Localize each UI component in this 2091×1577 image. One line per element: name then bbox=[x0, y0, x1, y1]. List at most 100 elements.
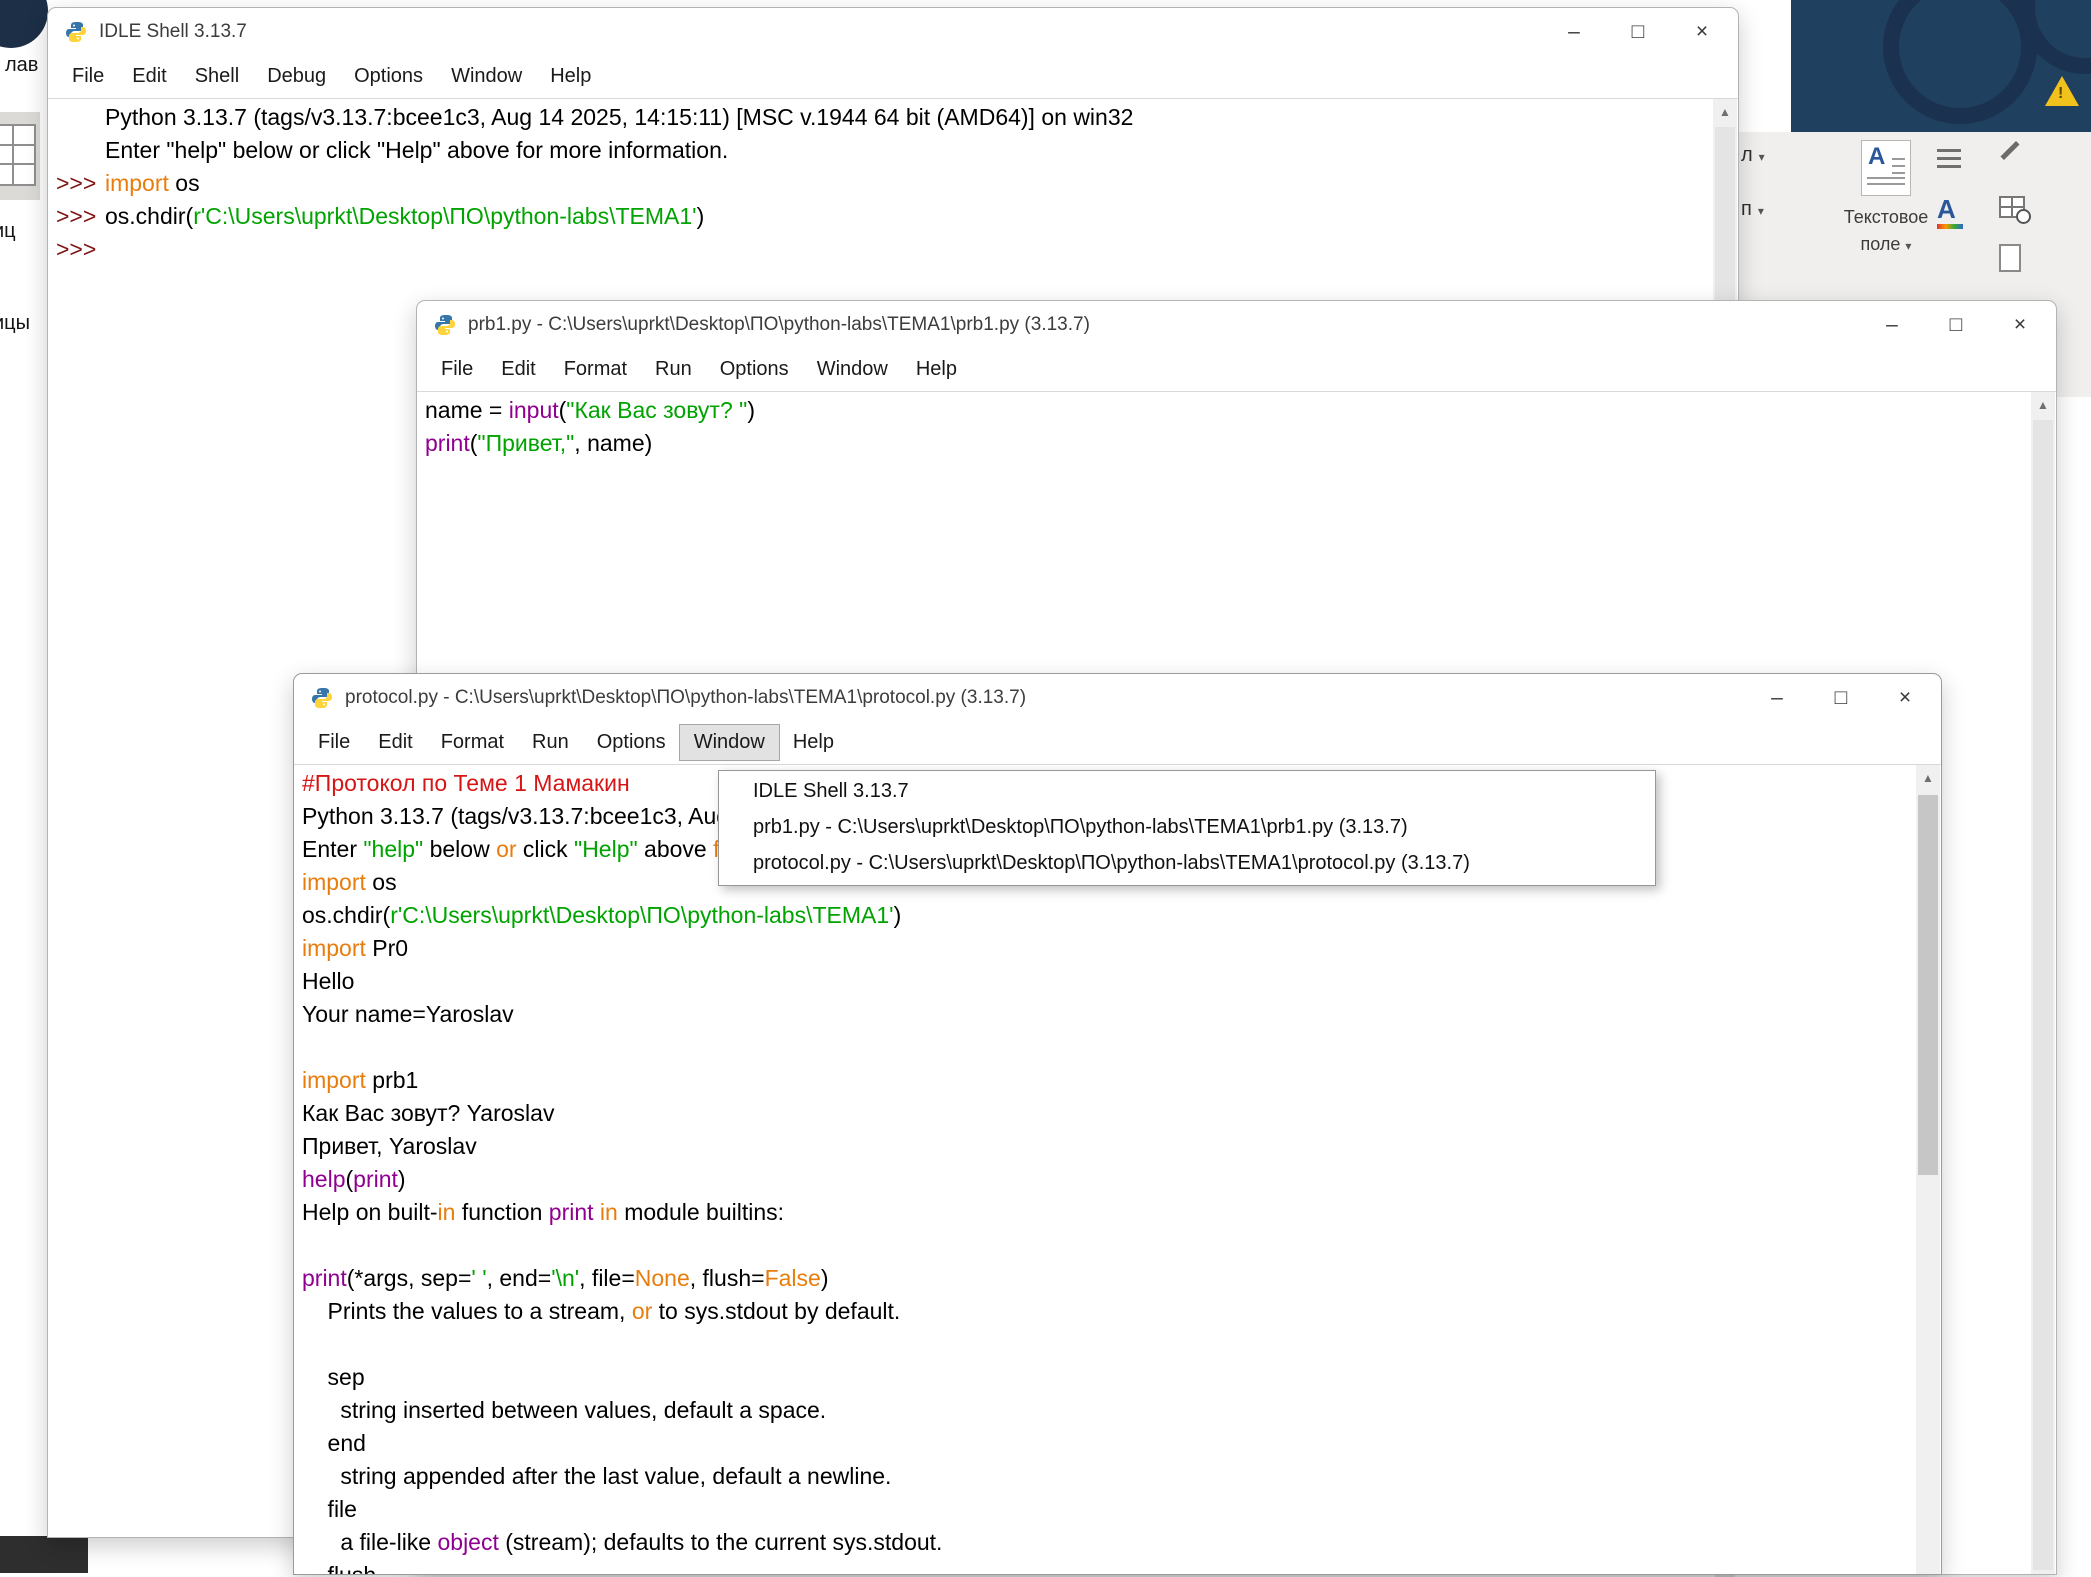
wordart-button[interactable]: A bbox=[1937, 196, 1963, 229]
vertical-scrollbar[interactable]: ▲ bbox=[2031, 392, 2055, 1574]
menu-file[interactable]: File bbox=[58, 59, 118, 94]
word-logo-fragment bbox=[0, 0, 48, 48]
edit-pencil-icon[interactable] bbox=[1999, 138, 2021, 153]
vertical-scrollbar[interactable]: ▲ bbox=[1916, 765, 1940, 1574]
window-title: protocol.py - C:\Users\uprkt\Desktop\ПО\… bbox=[345, 687, 1026, 709]
code-line: >>>os.chdir(r'C:\Users\uprkt\Desktop\ПО\… bbox=[56, 200, 1712, 233]
scroll-up-icon[interactable]: ▲ bbox=[1713, 99, 1737, 125]
code-line: import prb1 bbox=[302, 1064, 1915, 1097]
code-line: os.chdir(r'C:\Users\uprkt\Desktop\ПО\pyt… bbox=[302, 899, 1915, 932]
menu-window[interactable]: Window bbox=[437, 59, 536, 94]
code-line: import Pr0 bbox=[302, 932, 1915, 965]
window-menu-item-idle-shell-3-13-7[interactable]: IDLE Shell 3.13.7 bbox=[719, 774, 1655, 810]
scroll-up-icon[interactable]: ▲ bbox=[2031, 392, 2055, 418]
scroll-thumb[interactable] bbox=[2033, 420, 2053, 1570]
word-label-fragment: иц bbox=[0, 220, 16, 243]
protocol-menubar: FileEditFormatRunOptionsWindowHelp bbox=[294, 721, 1941, 765]
menu-edit[interactable]: Edit bbox=[364, 725, 426, 760]
code-line bbox=[302, 1328, 1915, 1361]
python-icon bbox=[64, 20, 88, 44]
menu-format[interactable]: Format bbox=[550, 352, 641, 387]
code-line: flush bbox=[302, 1559, 1915, 1574]
code-line: a file-like object (stream); defaults to… bbox=[302, 1526, 1915, 1559]
brand-circle-icon bbox=[1883, 0, 2037, 124]
close-button[interactable]: × bbox=[1988, 303, 2052, 347]
menu-format[interactable]: Format bbox=[427, 725, 518, 760]
menu-window[interactable]: Window bbox=[803, 352, 902, 387]
menu-run[interactable]: Run bbox=[641, 352, 706, 387]
maximize-button[interactable]: □ bbox=[1809, 676, 1873, 720]
table-icon bbox=[0, 124, 36, 186]
menu-options[interactable]: Options bbox=[340, 59, 437, 94]
date-time-icon[interactable] bbox=[1999, 196, 2031, 224]
code-line: Как Вас зовут? Yaroslav bbox=[302, 1097, 1915, 1130]
protocol-editor[interactable]: #Протокол по Теме 1 МамакинPython 3.13.7… bbox=[296, 765, 1915, 1574]
menu-edit[interactable]: Edit bbox=[118, 59, 180, 94]
menu-options[interactable]: Options bbox=[583, 725, 680, 760]
code-line: Привет, Yaroslav bbox=[302, 1130, 1915, 1163]
menu-run[interactable]: Run bbox=[518, 725, 583, 760]
quick-parts-icon[interactable] bbox=[1937, 144, 1961, 173]
ribbon-partial-control-1[interactable]: л▾ bbox=[1741, 144, 1765, 167]
code-line: Hello bbox=[302, 965, 1915, 998]
menu-debug[interactable]: Debug bbox=[253, 59, 340, 94]
chevron-down-icon: ▾ bbox=[1905, 239, 1911, 253]
minimize-button[interactable]: – bbox=[1745, 676, 1809, 720]
warning-icon: ! bbox=[2045, 76, 2081, 108]
menu-help[interactable]: Help bbox=[779, 725, 848, 760]
code-line bbox=[302, 1229, 1915, 1262]
chevron-down-icon: ▾ bbox=[1759, 150, 1765, 164]
titlebar[interactable]: IDLE Shell 3.13.7 – □ × bbox=[48, 8, 1738, 55]
chevron-down-icon: ▾ bbox=[1758, 204, 1764, 218]
close-button[interactable]: × bbox=[1670, 10, 1734, 54]
textbox-icon: A bbox=[1861, 140, 1911, 196]
code-line: name = input("Как Вас зовут? ") bbox=[425, 394, 2030, 427]
maximize-button[interactable]: □ bbox=[1606, 10, 1670, 54]
object-page-icon[interactable] bbox=[1999, 244, 2021, 272]
textbox-button[interactable]: A Текстовое поле▾ bbox=[1819, 140, 1953, 260]
menu-window[interactable]: Window bbox=[680, 725, 779, 760]
titlebar[interactable]: prb1.py - C:\Users\uprkt\Desktop\ПО\pyth… bbox=[417, 301, 2056, 348]
code-line: >>>import os bbox=[56, 167, 1712, 200]
window-title: IDLE Shell 3.13.7 bbox=[99, 21, 247, 43]
protocol-editor-window: protocol.py - C:\Users\uprkt\Desktop\ПО\… bbox=[293, 673, 1942, 1575]
ribbon-partial-control-2[interactable]: п▾ bbox=[1741, 198, 1764, 221]
word-statusbar-fragment bbox=[0, 1536, 88, 1573]
scroll-up-icon[interactable]: ▲ bbox=[1916, 765, 1940, 791]
word-tab-fragment: лав bbox=[5, 54, 38, 77]
word-label-fragment: ицы bbox=[0, 312, 30, 335]
menu-edit[interactable]: Edit bbox=[487, 352, 549, 387]
shell-menubar: FileEditShellDebugOptionsWindowHelp bbox=[48, 55, 1738, 99]
minimize-button[interactable]: – bbox=[1860, 303, 1924, 347]
code-line: string inserted between values, default … bbox=[302, 1394, 1915, 1427]
close-button[interactable]: × bbox=[1873, 676, 1937, 720]
menu-help[interactable]: Help bbox=[902, 352, 971, 387]
word-brand-area: ! bbox=[1791, 0, 2091, 132]
menu-help[interactable]: Help bbox=[536, 59, 605, 94]
wordart-icon: A bbox=[1937, 196, 1963, 222]
scroll-thumb[interactable] bbox=[1918, 795, 1938, 1175]
python-icon bbox=[310, 686, 334, 710]
code-line: print(*args, sep=' ', end='\n', file=Non… bbox=[302, 1262, 1915, 1295]
minimize-button[interactable]: – bbox=[1542, 10, 1606, 54]
menu-file[interactable]: File bbox=[427, 352, 487, 387]
textbox-button-label: Текстовое поле▾ bbox=[1819, 204, 1953, 260]
titlebar[interactable]: protocol.py - C:\Users\uprkt\Desktop\ПО\… bbox=[294, 674, 1941, 721]
code-line: string appended after the last value, de… bbox=[302, 1460, 1915, 1493]
prb1-menubar: FileEditFormatRunOptionsWindowHelp bbox=[417, 348, 2056, 392]
python-icon bbox=[433, 313, 457, 337]
menu-options[interactable]: Options bbox=[706, 352, 803, 387]
menu-file[interactable]: File bbox=[304, 725, 364, 760]
menu-shell[interactable]: Shell bbox=[181, 59, 253, 94]
code-line: Python 3.13.7 (tags/v3.13.7:bcee1c3, Aug… bbox=[56, 101, 1712, 134]
window-menu-item-protocol-py-c-users-uprkt-desktop-python[interactable]: protocol.py - C:\Users\uprkt\Desktop\ПО\… bbox=[719, 846, 1655, 882]
code-line: print("Привет,", name) bbox=[425, 427, 2030, 460]
window-menu-item-prb1-py-c-users-uprkt-desktop-python-lab[interactable]: prb1.py - C:\Users\uprkt\Desktop\ПО\pyth… bbox=[719, 810, 1655, 846]
code-line bbox=[302, 1031, 1915, 1064]
code-line: file bbox=[302, 1493, 1915, 1526]
code-line: >>> bbox=[56, 233, 1712, 266]
window-title: prb1.py - C:\Users\uprkt\Desktop\ПО\pyth… bbox=[468, 314, 1090, 336]
code-line: help(print) bbox=[302, 1163, 1915, 1196]
code-line: sep bbox=[302, 1361, 1915, 1394]
maximize-button[interactable]: □ bbox=[1924, 303, 1988, 347]
